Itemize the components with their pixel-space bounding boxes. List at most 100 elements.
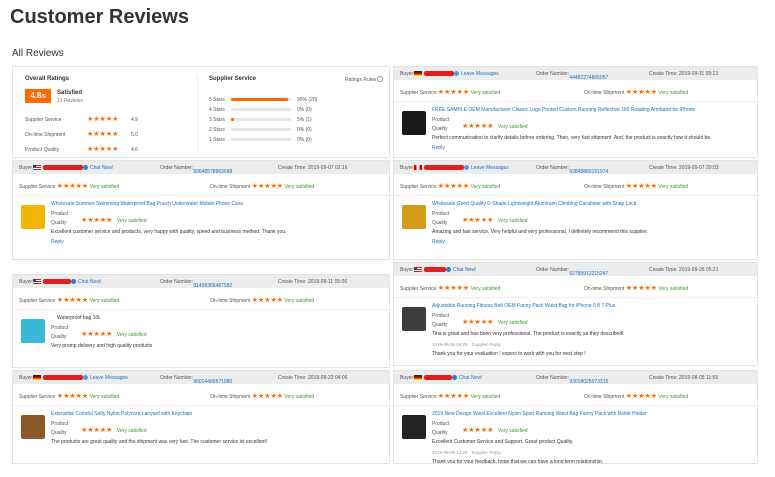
rating-stars: ★★★★★ xyxy=(462,319,494,326)
ratings-rules-link[interactable]: Ratings Rules xyxy=(345,77,376,83)
order-number-link[interactable]: 91498366487582 xyxy=(193,283,232,289)
country-flag-icon xyxy=(33,165,41,170)
rating-bar-percent: 0% (0) xyxy=(297,127,312,133)
supplier-service-score: Supplier Service ★★★★★ Very satisfied xyxy=(19,183,120,190)
review-card: Buyer: Leave Messages Order Number: 5284… xyxy=(393,160,758,260)
create-time: Create Time: 2019-08-05 11:59 xyxy=(649,375,719,381)
order-number-label: Order Number: 52848860151974 xyxy=(536,165,609,175)
message-icon[interactable] xyxy=(83,375,88,380)
chat-now-link[interactable]: Chat Now! xyxy=(90,165,113,171)
reply-link[interactable]: Reply xyxy=(432,145,445,151)
rating-text: Very satisfied xyxy=(658,184,689,190)
product-thumbnail[interactable] xyxy=(402,111,426,135)
product-thumbnail[interactable] xyxy=(402,415,426,439)
rating-stars: ★★★★★ xyxy=(625,393,658,400)
on-time-shipment-score: On-time Shipment ★★★★★ Very satisfied xyxy=(584,183,689,190)
chat-now-link[interactable]: Chat Now! xyxy=(78,279,101,285)
row-divider xyxy=(394,101,757,102)
supplier-service-score: Supplier Service ★★★★★ Very satisfied xyxy=(19,393,120,400)
vertical-divider xyxy=(197,75,198,151)
product-title-link[interactable]: Wholesale Good Quality D Shape Lightweig… xyxy=(432,201,636,207)
quality-label: Quality xyxy=(432,430,448,436)
rating-text: Very satisfied xyxy=(658,286,689,292)
metric-label: Supplier Service xyxy=(25,117,62,123)
rating-stars: ★★★★★ xyxy=(462,427,494,434)
metric-row: On-time Shipment ★★★★★ 5.0 xyxy=(25,131,195,139)
rating-bar-row: 1 Stars 0% (0) xyxy=(209,137,384,145)
metric-value: 4.9 xyxy=(131,117,138,123)
supplier-reply-time: 2019-09-26 09:25 · Supplier Reply : xyxy=(432,342,504,347)
buyer-name-redacted xyxy=(43,279,71,284)
rating-stars: ★★★★★ xyxy=(81,217,113,224)
product-title-link[interactable]: Wholesale Summer Swimming Waterproof Bag… xyxy=(51,201,243,207)
metric-label: Product Quality xyxy=(25,147,60,153)
product-title-link[interactable]: FREE SAMPLE OEM Manufacturer Classic Log… xyxy=(432,107,695,113)
supplier-service-score: Supplier Service ★★★★★ Very satisfied xyxy=(400,393,501,400)
quality-label: Quality xyxy=(51,220,67,226)
review-card: Buyer: Chat Now! Order Number: 914983664… xyxy=(12,274,390,368)
rating-bar-fill xyxy=(231,118,234,121)
rating-bar-percent: 95% (20) xyxy=(297,97,318,103)
supplier-reply-text: Thank you for your feedback, hope that w… xyxy=(432,459,604,464)
create-time: Create Time: 2019-09-11 09:13 xyxy=(649,71,719,77)
order-number-link[interactable]: 44482274865057 xyxy=(569,75,608,81)
ratings-rules-icon: ? xyxy=(377,76,383,82)
order-number-link[interactable]: 92789912215247 xyxy=(569,271,608,277)
product-rating: ★★★★★ Very satisfied xyxy=(81,323,147,341)
review-card: Buyer: Chat Now! Order Number: 506485789… xyxy=(12,160,390,260)
chat-icon[interactable] xyxy=(71,279,76,284)
reply-link[interactable]: Reply xyxy=(432,239,445,245)
product-thumbnail[interactable] xyxy=(402,307,426,331)
message-icon[interactable] xyxy=(464,165,469,170)
chat-icon[interactable] xyxy=(83,165,88,170)
country-flag-icon xyxy=(414,71,422,76)
leave-messages-link[interactable]: Leave Messages xyxy=(461,71,499,77)
leave-messages-link[interactable]: Leave Messages xyxy=(90,375,128,381)
chat-now-link[interactable]: Chat Now! xyxy=(453,267,476,273)
buyer-label: Buyer: xyxy=(19,375,34,381)
on-time-shipment-score: On-time Shipment ★★★★★ Very satisfied xyxy=(584,285,689,292)
country-flag-icon xyxy=(33,375,41,380)
review-card: Buyer: Chat Now! Order Number: 927899122… xyxy=(393,262,758,366)
review-comment: Excellent customer service and products,… xyxy=(51,229,287,235)
buyer-name-redacted xyxy=(43,375,83,380)
satisfied-label: Satisfied xyxy=(57,90,83,96)
product-title-link[interactable]: Adjustable Running Fitness Belt OEM Fann… xyxy=(432,303,615,309)
product-thumbnail[interactable] xyxy=(21,205,45,229)
rating-text: Very satisfied xyxy=(89,298,120,304)
row-divider xyxy=(394,195,757,196)
order-number-link[interactable]: 50648578963688 xyxy=(193,169,232,175)
product-thumbnail[interactable] xyxy=(21,415,45,439)
order-number-label: Order Number: 50648578963688 xyxy=(160,165,233,175)
product-thumbnail[interactable] xyxy=(21,319,45,343)
chat-now-link[interactable]: Chat Now! xyxy=(459,375,482,381)
rating-text: Very satisfied xyxy=(284,298,315,304)
rating-bar-percent: 0% (0) xyxy=(297,137,312,143)
order-number-link[interactable]: 52848860151974 xyxy=(569,169,608,175)
chat-icon[interactable] xyxy=(446,267,451,272)
tab-all-reviews[interactable]: All Reviews xyxy=(12,48,64,59)
on-time-shipment-score: On-time Shipment ★★★★★ Very satisfied xyxy=(584,89,689,96)
rating-bar-row: 3 Stars 5% (1) xyxy=(209,117,384,125)
review-header: Buyer: Chat Now! Order Number: 927899122… xyxy=(394,263,757,277)
product-rating: ★★★★★ Very satisfied xyxy=(81,209,147,227)
buyer-name-redacted xyxy=(424,375,452,380)
chat-icon[interactable] xyxy=(452,375,457,380)
message-icon[interactable] xyxy=(454,71,459,76)
product-title-link[interactable]: Extensible Colorful Safty Nylon Polycord… xyxy=(51,411,192,417)
rating-text: Very satisfied xyxy=(497,218,528,224)
rating-text: Very satisfied xyxy=(470,184,501,190)
buyer-label: Buyer: xyxy=(400,71,415,77)
product-title-link[interactable]: Waterproof bag 10L xyxy=(57,315,101,321)
order-number-label: Order Number: 93018025073315 xyxy=(536,375,609,385)
leave-messages-link[interactable]: Leave Messages xyxy=(471,165,509,171)
rating-stars: ★★★★★ xyxy=(625,285,658,292)
order-number-link[interactable]: 96014499571980 xyxy=(193,379,232,385)
overall-ratings-card: Overall Ratings 4.8/5 Satisfied 21 Revie… xyxy=(12,66,390,158)
quality-label: Quality xyxy=(432,220,448,226)
reply-link[interactable]: Reply xyxy=(51,239,64,245)
product-title-link[interactable]: 2019 New Design Waist Excellent Nylon Sp… xyxy=(432,411,647,417)
order-number-link[interactable]: 93018025073315 xyxy=(569,379,608,385)
rating-bar-fill xyxy=(231,98,288,101)
product-thumbnail[interactable] xyxy=(402,205,426,229)
